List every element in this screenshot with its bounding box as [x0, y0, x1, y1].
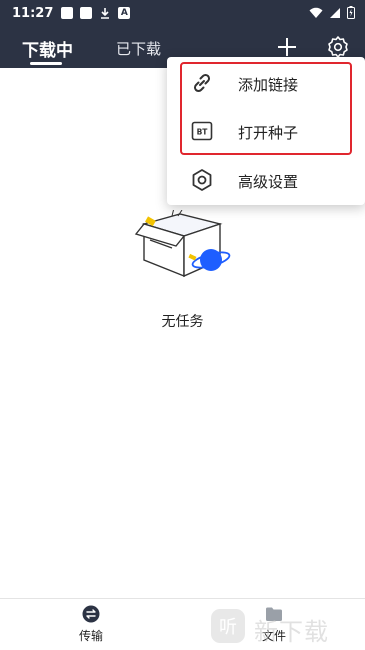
wifi-icon	[309, 7, 323, 18]
menu-item-label: 添加链接	[238, 76, 299, 94]
empty-state-text: 无任务	[161, 314, 204, 330]
status-bar: 11:27 A	[0, 0, 365, 26]
download-status-icon	[101, 8, 110, 19]
watermark-logo-text: 听	[219, 617, 237, 638]
overflow-menu: 添加链接 BT 打开种子 高级设置	[167, 57, 365, 205]
nav-item-transfer[interactable]: 传输	[61, 605, 121, 644]
menu-item-advanced-settings[interactable]: 高级设置	[167, 157, 365, 203]
bt-badge-text: BT	[197, 128, 209, 137]
menu-item-label: 打开种子	[238, 124, 299, 142]
watermark-text: 新下载	[254, 618, 329, 646]
tab-downloaded[interactable]: 已下载	[116, 38, 161, 59]
link-icon	[193, 73, 211, 93]
empty-box-illustration	[134, 210, 231, 278]
notification-icon	[80, 7, 93, 19]
tab-downloading[interactable]: 下载中	[22, 36, 73, 61]
battery-icon	[347, 6, 355, 19]
bt-icon: BT	[191, 121, 213, 141]
watermark-logo-icon: 听	[211, 609, 245, 643]
active-tab-indicator	[30, 62, 62, 65]
menu-item-label: 高级设置	[238, 173, 299, 191]
app-status-icon: A	[118, 7, 131, 19]
signal-icon	[330, 7, 340, 18]
gear-icon[interactable]	[326, 35, 350, 59]
status-time: 11:27	[12, 5, 54, 21]
add-icon[interactable]	[275, 35, 299, 59]
transfer-icon	[82, 605, 100, 623]
watermark: 听 新下载	[210, 604, 365, 650]
menu-item-open-torrent[interactable]: BT 打开种子	[167, 108, 365, 154]
status-indicators	[309, 6, 355, 19]
hexagon-settings-icon	[192, 169, 212, 191]
notification-icon	[61, 7, 74, 19]
menu-item-add-link[interactable]: 添加链接	[167, 60, 365, 106]
nav-label: 传输	[78, 629, 103, 643]
